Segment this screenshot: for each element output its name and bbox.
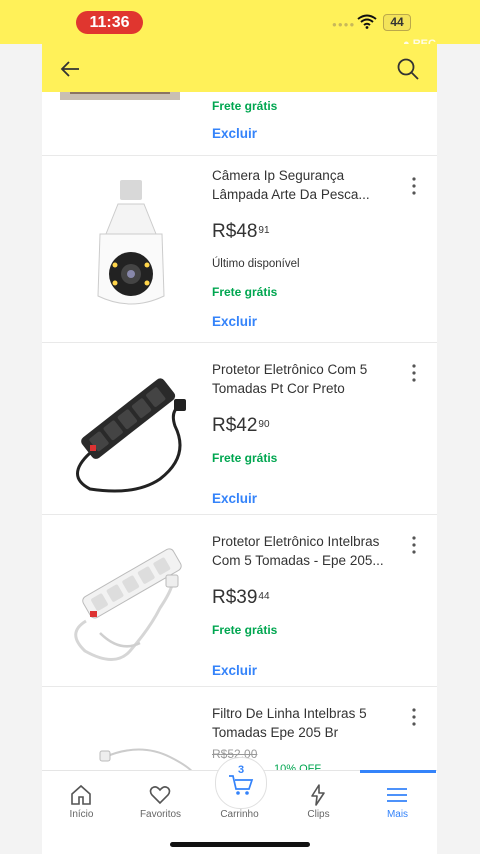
- app-header: [42, 44, 437, 92]
- free-shipping-label: Frete grátis: [212, 99, 278, 113]
- more-options-icon[interactable]: [407, 363, 421, 383]
- clips-icon: [311, 784, 325, 806]
- product-title[interactable]: Protetor Eletrônico Com 5 Tomadas Pt Cor…: [212, 360, 392, 398]
- delete-button[interactable]: Excluir: [212, 663, 257, 678]
- list-item[interactable]: Câmera Ip Segurança Lâmpada Arte Da Pesc…: [42, 156, 437, 343]
- home-icon: [71, 784, 91, 805]
- product-thumbnail[interactable]: [60, 174, 200, 314]
- product-title[interactable]: Protetor Eletrônico Intelbras Com 5 Toma…: [212, 532, 392, 570]
- heart-icon: [149, 786, 171, 805]
- list-item[interactable]: Protetor Eletrônico Com 5 Tomadas Pt Cor…: [42, 343, 437, 515]
- tab-label: Carrinho: [220, 809, 259, 820]
- tab-inicio[interactable]: Início: [42, 771, 121, 829]
- price-cents: 44: [258, 591, 270, 602]
- product-thumbnail[interactable]: [60, 533, 200, 665]
- more-options-icon[interactable]: [407, 535, 421, 555]
- product-title[interactable]: Câmera Ip Segurança Lâmpada Arte Da Pesc…: [212, 166, 392, 204]
- tab-carrinho[interactable]: 3 Carrinho: [200, 757, 279, 829]
- price-main: R$39: [212, 587, 258, 608]
- more-options-icon[interactable]: [407, 707, 421, 727]
- tab-clips[interactable]: Clips: [279, 771, 358, 829]
- tab-label: Favoritos: [139, 809, 182, 820]
- price-cents: 91: [258, 225, 270, 236]
- product-price: R$4891: [212, 221, 270, 243]
- cart-button[interactable]: 3: [215, 757, 267, 809]
- tab-mais[interactable]: Mais: [358, 771, 437, 829]
- product-title[interactable]: Filtro De Linha Intelbras 5 Tomadas Epe …: [212, 704, 392, 742]
- battery-indicator: 44: [383, 14, 411, 31]
- wifi-icon: [357, 14, 377, 29]
- stock-label: Último disponível: [212, 258, 300, 270]
- price-main: R$48: [212, 221, 258, 242]
- product-price: R$4290: [212, 415, 270, 437]
- list-item[interactable]: Protetor Eletrônico Intelbras Com 5 Toma…: [42, 515, 437, 687]
- bottom-nav: Início Favoritos 3 Carrinho Clips Mais: [42, 757, 437, 829]
- cart-icon: [229, 775, 254, 795]
- tab-label: Clips: [307, 809, 330, 820]
- free-shipping-label: Frete grátis: [212, 451, 278, 465]
- menu-icon: [387, 788, 407, 802]
- price-main: R$42: [212, 415, 258, 436]
- delete-button[interactable]: Excluir: [212, 491, 257, 506]
- tab-label: Início: [69, 809, 94, 820]
- cellular-signal-icon: ●●●●: [332, 20, 356, 29]
- delete-button[interactable]: Excluir: [212, 314, 257, 329]
- product-price: R$3944: [212, 587, 270, 609]
- price-cents: 90: [258, 419, 270, 430]
- product-thumbnail[interactable]: [60, 361, 200, 493]
- status-time: 11:36: [76, 11, 143, 34]
- tab-label: Mais: [386, 809, 409, 820]
- list-item[interactable]: Frete grátis Excluir: [42, 82, 437, 156]
- back-arrow-icon[interactable]: [58, 56, 84, 82]
- home-indicator: [170, 842, 310, 847]
- tab-favoritos[interactable]: Favoritos: [121, 771, 200, 829]
- more-options-icon[interactable]: [407, 176, 421, 196]
- search-icon[interactable]: [395, 56, 421, 82]
- delete-button[interactable]: Excluir: [212, 126, 257, 141]
- app-frame: Frete grátis Excluir Câmera Ip Segurança…: [42, 0, 437, 854]
- free-shipping-label: Frete grátis: [212, 285, 278, 299]
- free-shipping-label: Frete grátis: [212, 623, 278, 637]
